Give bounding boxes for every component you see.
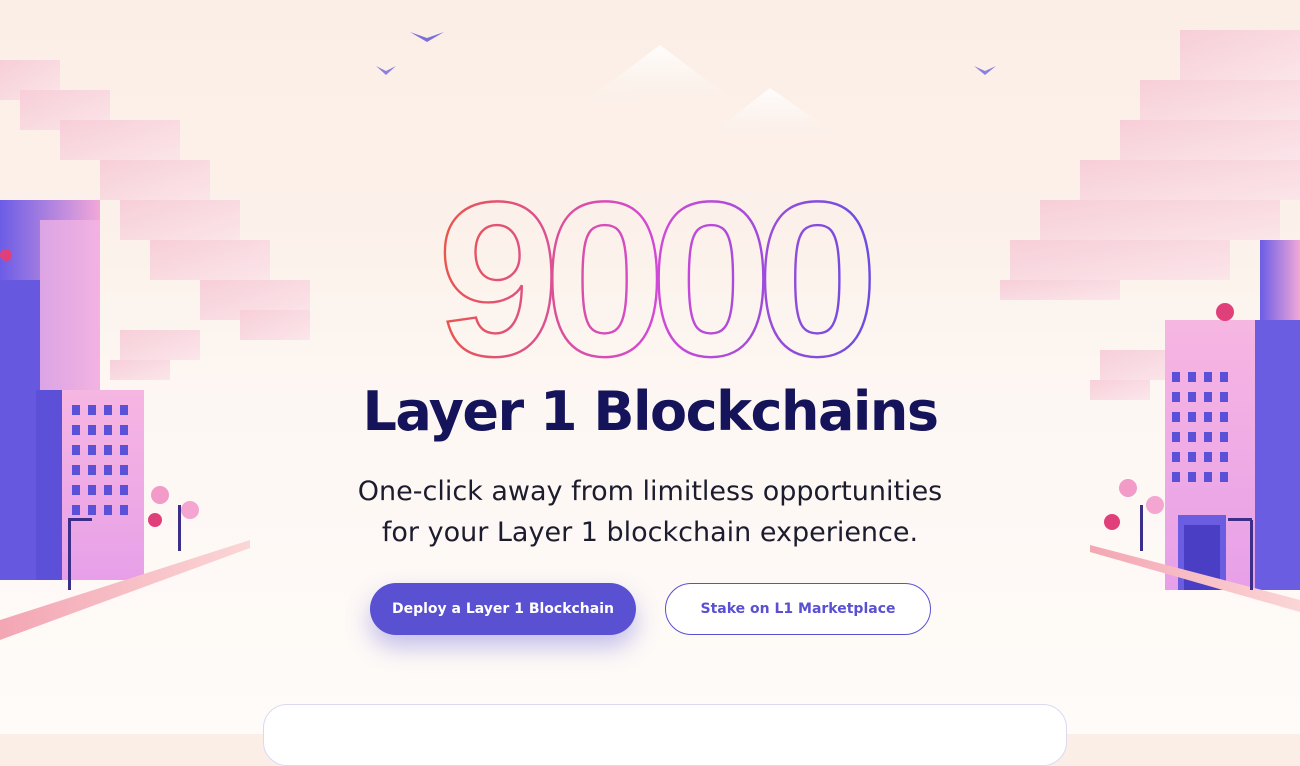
bottom-card [263, 704, 1067, 766]
bird-icon [974, 66, 996, 75]
bird-icon [410, 32, 444, 42]
bird-icon [376, 66, 396, 75]
outline-number-graphic: 9000 [436, 165, 887, 375]
hero-number: 9000 [0, 165, 1300, 375]
page-title: Layer 1 Blockchains [362, 380, 940, 443]
subtitle-line: One-click away from limitless opportunit… [357, 476, 943, 507]
mountain-shape [560, 45, 760, 120]
deploy-blockchain-button[interactable]: Deploy a Layer 1 Blockchain [370, 583, 636, 635]
hero-number-text: 9000 [437, 165, 870, 375]
subtitle-line: for your Layer 1 blockchain experience. [381, 517, 919, 548]
hero-subtitle: One-click away from limitless opportunit… [0, 471, 1300, 553]
stake-marketplace-button[interactable]: Stake on L1 Marketplace [665, 583, 931, 635]
